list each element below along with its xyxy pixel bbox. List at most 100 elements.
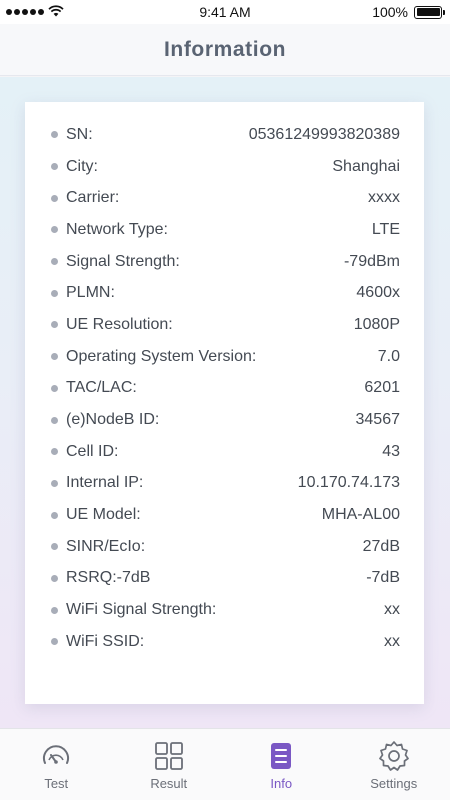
info-row-label-group: RSRQ:-7dB bbox=[51, 569, 150, 587]
battery-percent: 100% bbox=[372, 4, 408, 20]
info-row-label-group: Operating System Version: bbox=[51, 348, 256, 366]
info-label: Carrier: bbox=[66, 189, 120, 207]
info-row: Carrier: xxxx bbox=[25, 182, 424, 214]
info-label: Internal IP: bbox=[66, 474, 144, 492]
bullet-icon bbox=[51, 226, 58, 234]
info-label: WiFi SSID: bbox=[66, 632, 145, 650]
info-row: WiFi Signal Strength: xx bbox=[25, 594, 424, 626]
info-row-label-group: SN: bbox=[51, 126, 93, 144]
info-row-label-group: UE Model: bbox=[51, 506, 141, 524]
info-value: 6201 bbox=[364, 379, 400, 397]
signal-group bbox=[6, 4, 126, 20]
info-row-label-group: Signal Strength: bbox=[51, 253, 180, 271]
info-value: Shanghai bbox=[332, 157, 400, 175]
info-value: 05361249993820389 bbox=[248, 125, 400, 143]
info-row-label-group: Network Type: bbox=[51, 221, 168, 239]
bullet-icon bbox=[51, 321, 58, 329]
info-row: SN: 05361249993820389 bbox=[25, 119, 424, 151]
info-row-label-group: (e)NodeB ID: bbox=[51, 411, 159, 429]
info-row: Signal Strength: -79dBm bbox=[25, 246, 424, 278]
tab-bar: Test Result Info Settings bbox=[0, 728, 450, 800]
bullet-icon bbox=[51, 289, 58, 297]
bullet-icon bbox=[51, 163, 58, 171]
info-row-label-group: WiFi SSID: bbox=[51, 633, 144, 651]
tab-label: Info bbox=[270, 776, 293, 791]
info-row: (e)NodeB ID: 34567 bbox=[25, 404, 424, 436]
info-row: TAC/LAC: 6201 bbox=[25, 373, 424, 405]
info-row-label-group: SINR/EcIo: bbox=[51, 538, 145, 556]
info-label: UE Model: bbox=[66, 506, 141, 524]
wifi-icon bbox=[48, 4, 64, 20]
gear-icon bbox=[378, 740, 410, 772]
info-label: SN: bbox=[66, 125, 93, 143]
bullet-icon bbox=[51, 353, 58, 361]
tab-label: Test bbox=[44, 776, 69, 791]
info-label: PLMN: bbox=[66, 284, 115, 302]
info-value: 27dB bbox=[362, 537, 400, 555]
cellular-signal-icon bbox=[6, 9, 44, 15]
bullet-icon bbox=[51, 194, 58, 202]
info-row-label-group: UE Resolution: bbox=[51, 316, 173, 334]
bullet-icon bbox=[51, 131, 58, 139]
info-label: TAC/LAC: bbox=[66, 379, 137, 397]
tab-label: Settings bbox=[370, 776, 418, 791]
bullet-icon bbox=[51, 258, 58, 266]
info-row: WiFi SSID: xx bbox=[25, 626, 424, 658]
document-icon bbox=[265, 740, 297, 772]
info-value: xx bbox=[384, 601, 400, 619]
info-value: 43 bbox=[382, 442, 400, 460]
info-label: UE Resolution: bbox=[66, 315, 173, 333]
info-value: 7.0 bbox=[377, 347, 400, 365]
info-value: 34567 bbox=[355, 411, 401, 429]
info-row-label-group: PLMN: bbox=[51, 284, 115, 302]
info-label: RSRQ:-7dB bbox=[66, 569, 151, 587]
info-row: Internal IP: 10.170.74.173 bbox=[25, 468, 424, 500]
bullet-icon bbox=[51, 479, 58, 487]
info-label: Cell ID: bbox=[66, 442, 119, 460]
info-label: Signal Strength: bbox=[66, 252, 180, 270]
content-area: SN: 05361249993820389 City: Shanghai Carrier… bbox=[0, 77, 450, 728]
nav-header: Information bbox=[0, 24, 450, 76]
info-row: SINR/EcIo: 27dB bbox=[25, 531, 424, 563]
info-row-label-group: TAC/LAC: bbox=[51, 379, 137, 397]
info-value: 4600x bbox=[356, 284, 400, 302]
info-row: Network Type: LTE bbox=[25, 214, 424, 246]
page-title: Information bbox=[163, 37, 287, 61]
info-label: Network Type: bbox=[66, 220, 168, 238]
tab-result[interactable]: Result bbox=[113, 729, 226, 800]
battery-icon bbox=[414, 5, 445, 19]
info-row: PLMN: 4600x bbox=[25, 277, 424, 309]
grid-icon bbox=[153, 740, 185, 772]
info-value: -7dB bbox=[366, 569, 400, 587]
tab-info[interactable]: Info bbox=[225, 729, 338, 800]
status-bar: 9:41 AM 100% bbox=[0, 0, 450, 24]
info-value: xxxx bbox=[368, 189, 400, 207]
info-card: SN: 05361249993820389 City: Shanghai Carrier… bbox=[25, 102, 424, 704]
info-row-label-group: City: bbox=[51, 158, 98, 176]
info-label: SINR/EcIo: bbox=[66, 537, 146, 555]
info-value: -79dBm bbox=[343, 252, 400, 270]
info-row-label-group: WiFi Signal Strength: bbox=[51, 601, 216, 619]
info-value: xx bbox=[384, 632, 400, 650]
info-row: RSRQ:-7dB -7dB bbox=[25, 563, 424, 595]
info-row: UE Model: MHA-AL00 bbox=[25, 499, 424, 531]
bullet-icon bbox=[51, 416, 58, 424]
info-row-label-group: Carrier: bbox=[51, 189, 119, 207]
info-row: Cell ID: 43 bbox=[25, 436, 424, 468]
info-row: UE Resolution: 1080P bbox=[25, 309, 424, 341]
tab-test[interactable]: Test bbox=[0, 729, 113, 800]
info-value: 1080P bbox=[353, 315, 400, 333]
bullet-icon bbox=[51, 511, 58, 519]
info-label: City: bbox=[66, 157, 98, 175]
bullet-icon bbox=[51, 574, 58, 582]
bullet-icon bbox=[51, 384, 58, 392]
bullet-icon bbox=[51, 606, 58, 614]
info-label: WiFi Signal Strength: bbox=[66, 601, 217, 619]
bullet-icon bbox=[51, 543, 58, 551]
info-value: 10.170.74.173 bbox=[297, 474, 400, 492]
info-value: MHA-AL00 bbox=[321, 506, 400, 524]
bullet-icon bbox=[51, 448, 58, 456]
info-value: LTE bbox=[371, 220, 400, 238]
tab-settings[interactable]: Settings bbox=[338, 729, 450, 800]
speedometer-icon bbox=[40, 740, 72, 772]
